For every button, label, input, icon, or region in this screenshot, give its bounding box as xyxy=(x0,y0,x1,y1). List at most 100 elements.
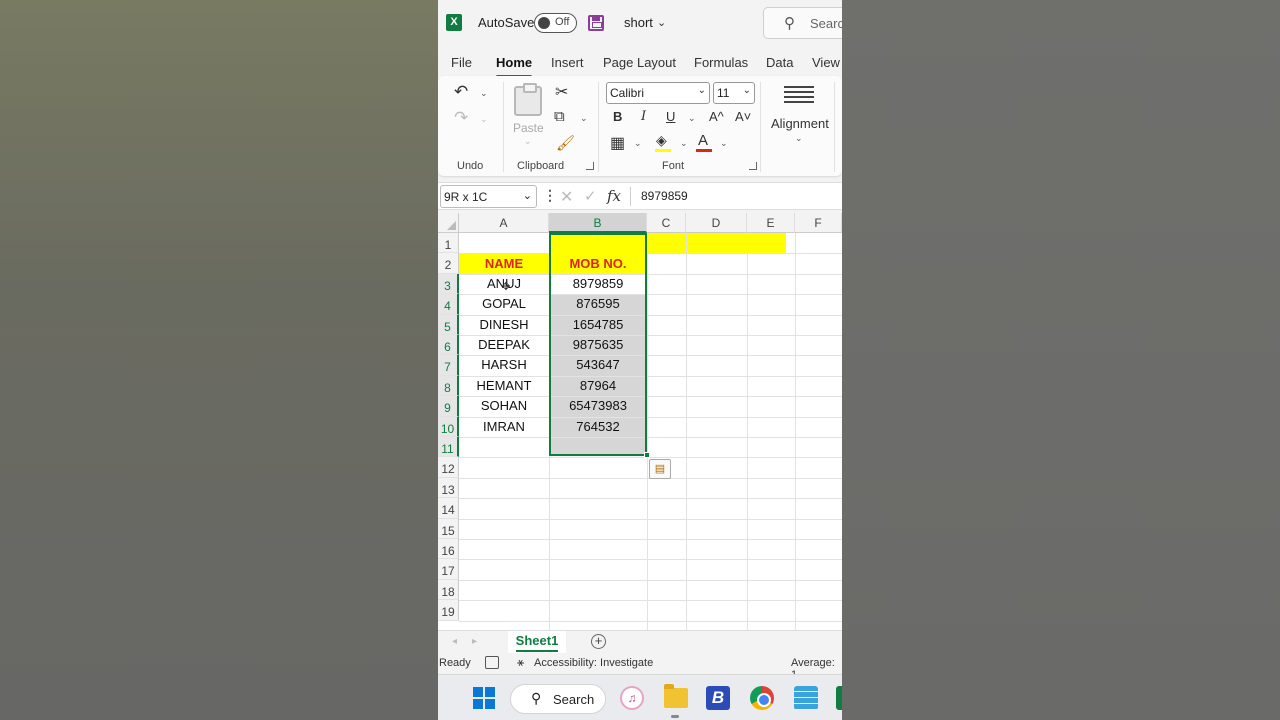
column-header-c[interactable]: C xyxy=(647,213,686,233)
row-header-18[interactable]: 18 xyxy=(438,579,459,601)
select-all-corner[interactable] xyxy=(438,213,459,233)
row-header-9[interactable]: 9 xyxy=(438,396,459,417)
row-header-14[interactable]: 14 xyxy=(438,498,459,519)
tab-page-layout[interactable]: Page Layout xyxy=(603,55,676,70)
row-header-13[interactable]: 13 xyxy=(438,477,459,499)
file-name[interactable]: short xyxy=(624,15,653,30)
search-box[interactable]: ⚲ Search xyxy=(763,7,842,39)
row-header-3[interactable]: 3 xyxy=(438,273,459,295)
fill-handle[interactable] xyxy=(644,452,650,459)
name-cell[interactable]: DEEPAK xyxy=(459,335,549,355)
tab-formulas[interactable]: Formulas xyxy=(694,55,748,70)
more-options-icon[interactable]: ⋮ xyxy=(543,187,557,204)
name-cell[interactable]: SOHAN xyxy=(459,396,549,416)
alignment-dropdown-icon[interactable]: ⌄ xyxy=(795,133,803,144)
alignment-label[interactable]: Alignment xyxy=(771,116,829,131)
row-header-11[interactable]: 11 xyxy=(438,437,459,458)
worksheet-grid[interactable]: A B C D E F 1 2 3 4 5 6 7 8 9 10 11 12 13 14 15 16 17 18 19 NAME M… xyxy=(438,213,842,630)
paste-label[interactable]: Paste xyxy=(513,121,544,135)
row-header-10[interactable]: 10 xyxy=(438,416,459,437)
row-header-12[interactable]: 12 xyxy=(438,457,459,478)
row-header-15[interactable]: 15 xyxy=(438,518,459,539)
name-box[interactable]: 9R x 1C ⌄ xyxy=(440,185,537,208)
row-header-8[interactable]: 8 xyxy=(438,375,459,397)
column-header-d[interactable]: D xyxy=(686,213,747,233)
sheet-tab-sheet1[interactable]: Sheet1 xyxy=(508,631,566,653)
row-header-2[interactable]: 2 xyxy=(438,253,459,274)
underline-dropdown-icon[interactable]: ⌄ xyxy=(688,113,696,124)
itunes-icon[interactable]: ♫ xyxy=(620,686,644,710)
bold-button[interactable]: B xyxy=(613,109,622,124)
undo-icon[interactable]: ↶ xyxy=(454,82,468,102)
fill-color-icon[interactable]: ◈ xyxy=(656,132,667,149)
autosave-label: AutoSave xyxy=(478,15,535,30)
row-header-19[interactable]: 19 xyxy=(438,600,459,621)
tab-data[interactable]: Data xyxy=(766,55,793,70)
clipboard-launcher-icon[interactable] xyxy=(586,162,594,170)
insert-function-icon[interactable]: fx xyxy=(607,187,621,205)
name-cell[interactable]: GOPAL xyxy=(459,294,549,314)
accessibility-status[interactable]: Accessibility: Investigate xyxy=(534,657,653,669)
header-cell-name[interactable]: NAME xyxy=(459,253,549,273)
borders-dropdown-icon[interactable]: ⌄ xyxy=(634,138,642,149)
cancel-icon[interactable]: ✕ xyxy=(560,187,573,207)
enter-check-icon[interactable]: ✓ xyxy=(584,187,597,205)
italic-button[interactable]: I xyxy=(641,109,646,124)
fill-color-dropdown-icon[interactable]: ⌄ xyxy=(680,138,688,149)
redo-icon[interactable]: ↷ xyxy=(454,108,468,128)
copy-dropdown-icon[interactable]: ⌄ xyxy=(580,113,588,124)
font-launcher-icon[interactable] xyxy=(749,162,757,170)
row-header-4[interactable]: 4 xyxy=(438,294,459,315)
name-cell[interactable]: HEMANT xyxy=(459,376,549,396)
b-app-icon[interactable]: B xyxy=(706,686,730,710)
underline-button[interactable]: U xyxy=(666,109,675,124)
tab-home[interactable]: Home xyxy=(496,55,533,78)
macro-record-icon[interactable] xyxy=(485,656,499,669)
notepad-icon[interactable] xyxy=(794,686,818,710)
add-sheet-icon[interactable]: + xyxy=(591,634,606,649)
column-header-e[interactable]: E xyxy=(747,213,795,233)
font-color-button[interactable]: A xyxy=(698,132,708,149)
font-size-select[interactable]: 11 ⌄ xyxy=(713,82,755,104)
save-icon[interactable] xyxy=(588,15,604,31)
name-cell[interactable]: DINESH xyxy=(459,315,549,335)
tab-file[interactable]: File xyxy=(451,55,472,70)
windows-start-icon[interactable] xyxy=(473,687,495,709)
prev-sheet-icon[interactable]: ◂ xyxy=(452,636,457,647)
row-header-1[interactable]: 1 xyxy=(438,233,459,254)
undo-dropdown-icon[interactable]: ⌄ xyxy=(480,88,488,99)
tab-view[interactable]: View xyxy=(812,55,840,70)
quick-analysis-icon[interactable]: ▤ xyxy=(649,459,671,480)
formula-input[interactable]: 8979859 xyxy=(641,189,688,203)
column-header-a[interactable]: A xyxy=(459,213,549,233)
borders-icon[interactable]: ▦ xyxy=(610,133,625,153)
name-cell[interactable]: HARSH xyxy=(459,355,549,375)
excel-taskbar-icon[interactable] xyxy=(836,686,842,710)
row-header-16[interactable]: 16 xyxy=(438,539,459,560)
row-header-5[interactable]: 5 xyxy=(438,314,459,335)
file-explorer-icon[interactable] xyxy=(664,684,688,708)
column-header-b[interactable]: B xyxy=(549,213,647,233)
paste-dropdown-icon[interactable]: ⌄ xyxy=(524,136,532,147)
format-painter-icon[interactable]: 🖌 xyxy=(556,134,575,152)
alignment-icon[interactable] xyxy=(784,86,814,106)
chevron-down-icon[interactable]: ⌄ xyxy=(657,16,666,29)
row-header-6[interactable]: 6 xyxy=(438,335,459,356)
tab-insert[interactable]: Insert xyxy=(551,55,584,70)
autosave-toggle[interactable]: Off xyxy=(534,13,577,33)
chrome-icon[interactable] xyxy=(750,686,774,710)
increase-font-button[interactable]: A^ xyxy=(709,109,724,124)
decrease-font-button[interactable]: A˅ xyxy=(735,109,751,124)
taskbar-search[interactable]: ⚲ Search xyxy=(510,684,606,714)
font-color-dropdown-icon[interactable]: ⌄ xyxy=(720,138,728,149)
paste-icon[interactable] xyxy=(514,83,542,116)
copy-icon[interactable]: ⧉ xyxy=(554,108,565,125)
row-header-7[interactable]: 7 xyxy=(438,355,459,376)
column-header-f[interactable]: F xyxy=(795,213,842,233)
next-sheet-icon[interactable]: ▸ xyxy=(472,636,477,647)
redo-dropdown-icon[interactable]: ⌄ xyxy=(480,114,488,125)
name-cell[interactable]: IMRAN xyxy=(459,417,549,437)
font-name-select[interactable]: Calibri ⌄ xyxy=(606,82,710,104)
cut-icon[interactable]: ✂ xyxy=(555,82,568,102)
row-header-17[interactable]: 17 xyxy=(438,559,459,580)
